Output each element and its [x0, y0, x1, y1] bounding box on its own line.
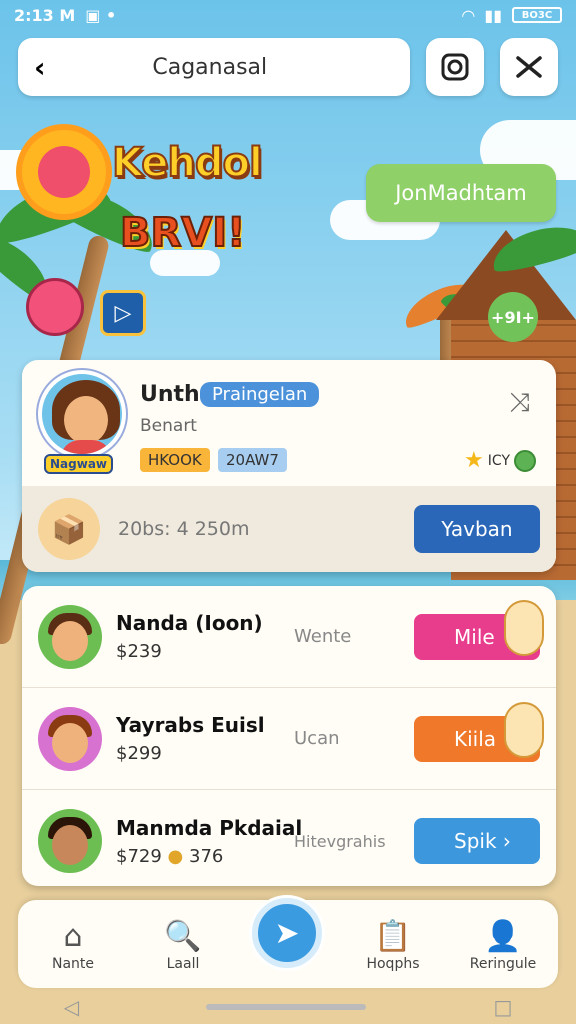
system-nav: ◁ □ [0, 990, 576, 1024]
notification-icon: ▣ • [85, 5, 117, 25]
profile-icon: 👤 [484, 918, 522, 954]
player-list: Nanda (Ioon) $239 Wente Mile Yayrabs Eui… [22, 586, 556, 886]
list-item[interactable]: Manmda Pkdaial $729 ● 376 Hitevgrahis Sp… [22, 790, 556, 892]
item-price: $729 ● 376 [116, 845, 224, 867]
profile-card: Nagwaw Unth Praingelan Benart HKOOK 20AW… [22, 360, 556, 572]
profile-subtitle: Benart [140, 416, 197, 436]
profile-chip-2: 20AW7 [218, 448, 287, 472]
profile-name: Unth [140, 382, 200, 407]
shuffle-button[interactable] [500, 38, 558, 96]
clipboard-icon: 📋 [374, 918, 412, 954]
game-logo-title: Kehdol [111, 139, 264, 187]
coin-icon: ● [167, 845, 184, 867]
rating: ★ ICY [464, 448, 536, 473]
bonus-badge[interactable]: +9I+ [488, 292, 538, 342]
search-icon: 🔍 [164, 918, 202, 954]
avatar-nametag: Nagwaw [44, 454, 113, 474]
item-status: Hitevgrahis [294, 831, 386, 851]
list-item[interactable]: Yayrabs Euisl $299 Ucan Kiila [22, 688, 556, 790]
status-time: 2:13 M [14, 5, 76, 25]
nav-label: Hoqphs [366, 956, 420, 972]
center-action-button[interactable]: ➤ [252, 898, 322, 968]
mascot-face [38, 146, 90, 198]
item-action-label: Spik › [454, 829, 511, 853]
home-icon: ⌂ [63, 918, 83, 954]
avatar [38, 604, 102, 669]
compass-icon: ➤ [274, 915, 300, 951]
search-text: Caganasal [152, 54, 268, 80]
nav-search[interactable]: 🔍 Laall [138, 916, 228, 973]
item-action-label: Mile [454, 624, 495, 649]
avatar [38, 809, 102, 873]
nav-quests[interactable]: 📋 Hoqphs [348, 916, 438, 973]
list-item[interactable]: Nanda (Ioon) $239 Wente Mile [22, 586, 556, 688]
item-action-label: Kiila [454, 726, 497, 751]
item-name: Nanda (Ioon) [116, 611, 263, 635]
back-icon[interactable]: ‹ [34, 51, 46, 84]
camera-icon [441, 53, 469, 81]
item-action-button[interactable]: Mile [414, 599, 544, 660]
nav-home[interactable]: ⌂ Nante [28, 916, 118, 973]
item-status: Wente [294, 626, 352, 647]
item-action-button[interactable]: Kiila [414, 701, 544, 762]
item-name: Manmda Pkdaial [116, 815, 303, 840]
nav-label: Laall [166, 956, 200, 972]
review-button[interactable]: Yavban [414, 505, 540, 553]
avatar [38, 706, 102, 771]
shuffle-icon [516, 56, 542, 78]
profile-chip-1: HKOOK [140, 448, 210, 472]
play-button[interactable]: ▷ [100, 290, 146, 336]
item-name: Yayrabs Euisl [116, 713, 265, 737]
profile-tag[interactable]: Praingelan [200, 382, 320, 407]
signal-icon: ▮▮ [484, 5, 502, 25]
back-nav-icon[interactable]: ◁ [64, 995, 79, 1019]
pink-character [26, 278, 84, 336]
home-pill[interactable] [206, 1004, 367, 1010]
join-button[interactable]: JonMadhtam [366, 164, 556, 222]
nav-profile[interactable]: 👤 Reringule [458, 916, 548, 973]
item-status: Ucan [294, 728, 340, 749]
wifi-icon: ◠ [462, 5, 475, 25]
item-price: $299 [116, 743, 162, 764]
battery-icon: BO3C [512, 7, 562, 23]
mascot-icon [504, 599, 544, 656]
item-action-button[interactable]: Spik › [414, 818, 540, 864]
play-icon: ▷ [114, 300, 132, 326]
recents-icon[interactable]: □ [493, 995, 512, 1019]
avatar[interactable] [38, 370, 126, 458]
star-icon: ★ [464, 448, 484, 473]
top-bar: ‹ Caganasal [18, 38, 558, 96]
nav-label: Reringule [469, 956, 537, 972]
item-price: $239 [116, 641, 162, 662]
nav-label: Nante [51, 956, 95, 972]
game-logo-subtitle: BRVI! [119, 209, 246, 257]
box-icon: 📦 [38, 498, 100, 560]
status-dot-icon [514, 449, 536, 472]
camera-button[interactable] [426, 38, 484, 96]
rating-text: ICY [487, 452, 510, 469]
refresh-icon[interactable]: ⤨ [509, 388, 530, 419]
mascot-icon [504, 701, 544, 758]
search-bar[interactable]: ‹ Caganasal [18, 38, 410, 96]
profile-stat: 20bs: 4 250m [118, 518, 250, 540]
status-bar: 2:13 M ▣ • ◠ ▮▮ BO3C [0, 0, 576, 30]
